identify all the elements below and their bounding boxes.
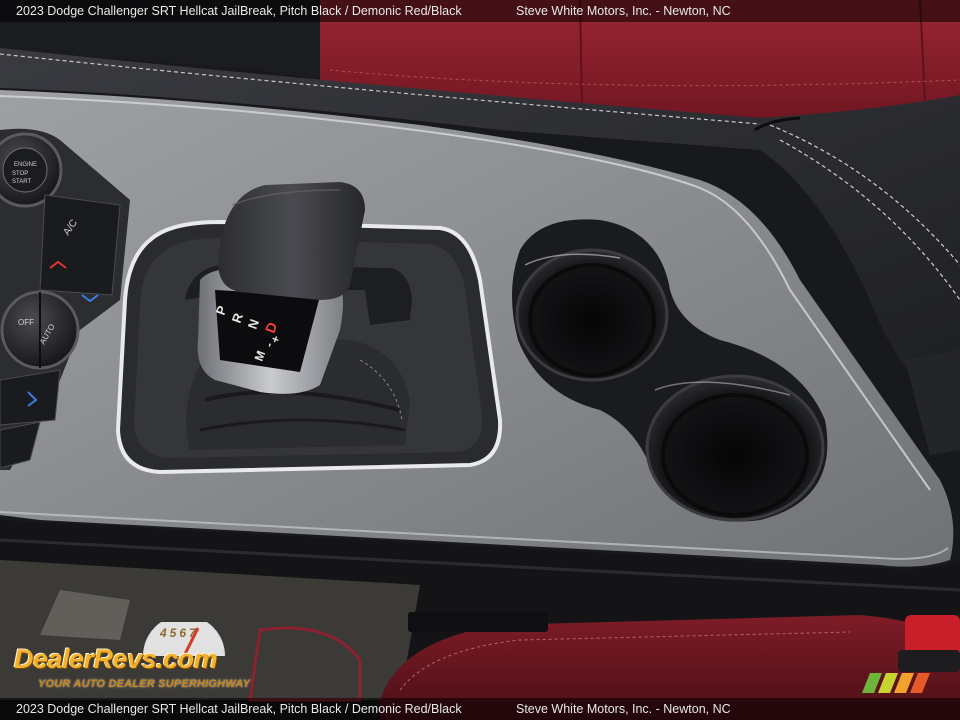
caption-bar-top: 2023 Dodge Challenger SRT Hellcat JailBr… (0, 0, 960, 22)
caption-bar-bottom: 2023 Dodge Challenger SRT Hellcat JailBr… (0, 698, 960, 720)
watermark-brand: DealerRevs.com (14, 644, 218, 674)
svg-text:OFF: OFF (18, 318, 34, 327)
brand-stripes-icon (862, 673, 930, 693)
dealer-caption: Steve White Motors, Inc. - Newton, NC (516, 702, 731, 716)
watermark-tagline: YOUR AUTO DEALER SUPERHIGHWAY (38, 678, 251, 690)
svg-text:STOP: STOP (12, 171, 28, 177)
gauge-digits: 4567 (160, 626, 199, 640)
vehicle-caption: 2023 Dodge Challenger SRT Hellcat JailBr… (16, 4, 462, 18)
svg-text:ENGINE: ENGINE (14, 162, 37, 168)
photo-viewer: ENGINE STOP START A/C OFF AUTO P R N D M… (0, 0, 960, 720)
vehicle-caption: 2023 Dodge Challenger SRT Hellcat JailBr… (16, 702, 462, 716)
svg-text:START: START (12, 179, 31, 185)
dealer-caption: Steve White Motors, Inc. - Newton, NC (516, 4, 731, 18)
dealerrevs-watermark: 4567 DealerRevs.com YOUR AUTO DEALER SUP… (10, 622, 270, 694)
vehicle-interior-photo: ENGINE STOP START A/C OFF AUTO P R N D M… (0, 0, 960, 720)
